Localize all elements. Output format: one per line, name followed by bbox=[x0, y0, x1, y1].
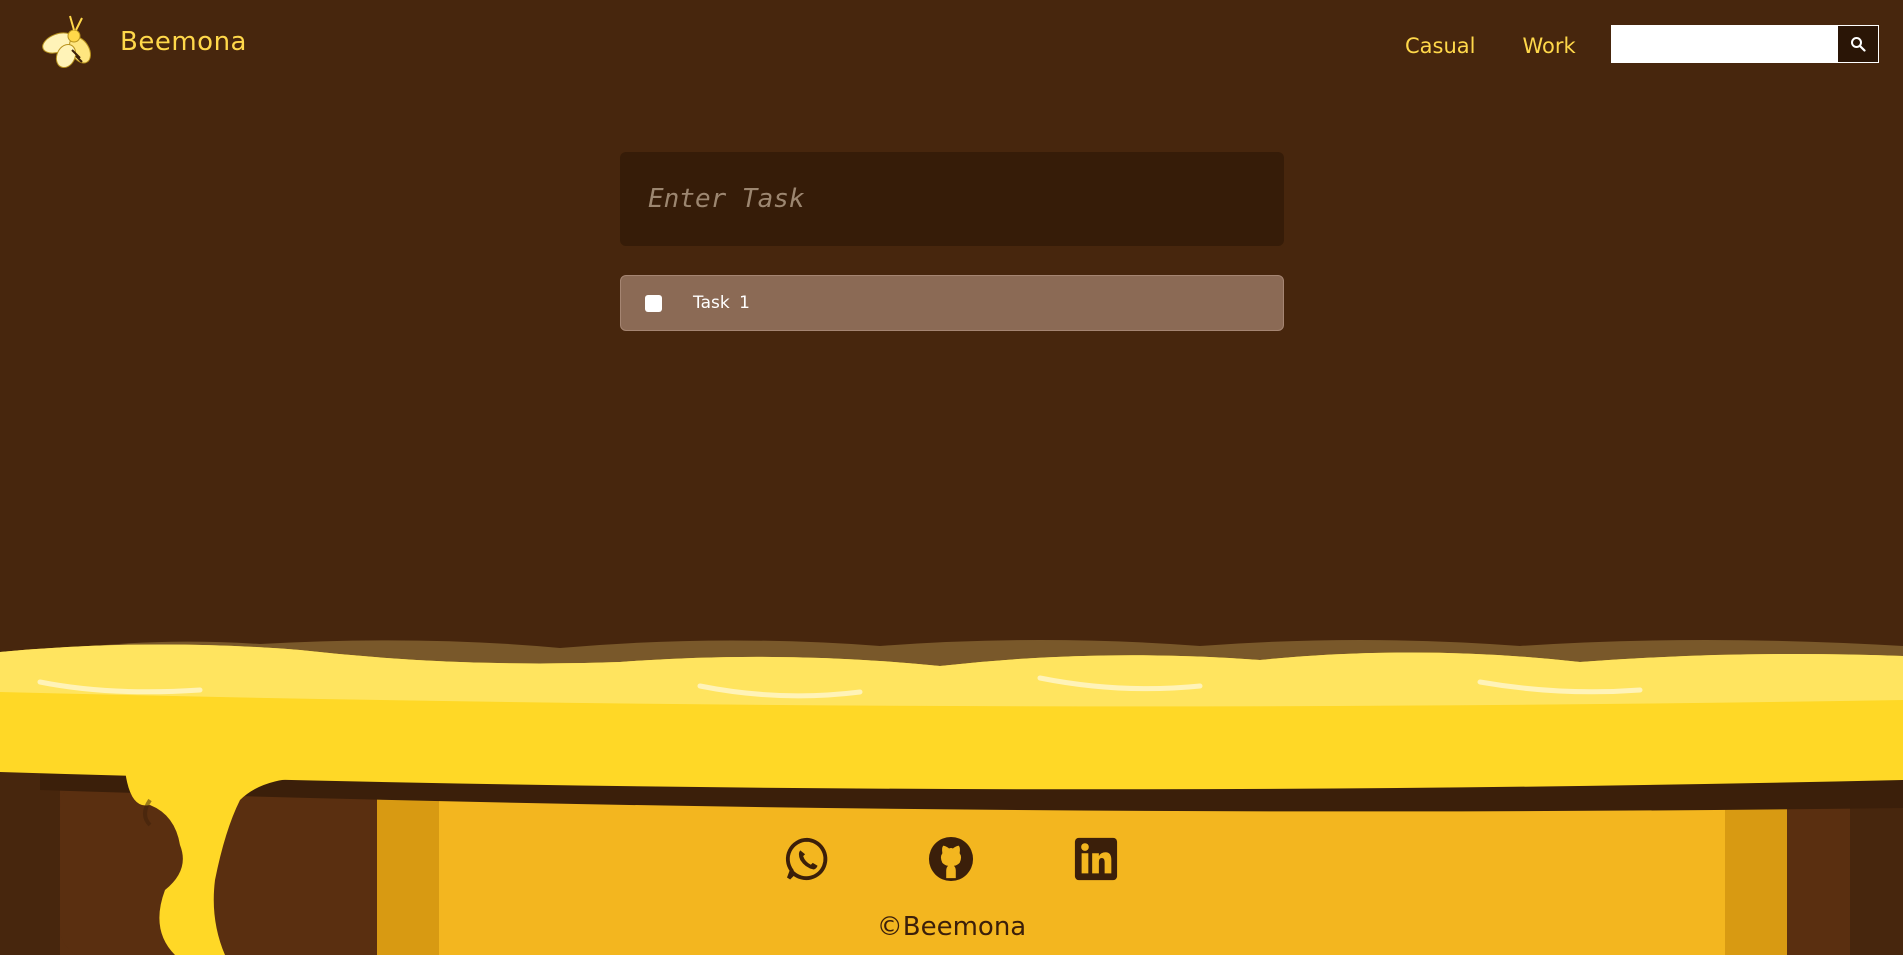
brand-name: Beemona bbox=[120, 27, 247, 57]
footer-copyright: ©Beemona bbox=[876, 912, 1027, 942]
main-nav: Casual Work bbox=[1405, 34, 1623, 58]
github-icon[interactable] bbox=[928, 836, 974, 882]
search-input[interactable] bbox=[1611, 25, 1837, 63]
brand[interactable]: Beemona bbox=[36, 10, 247, 74]
task-checkbox[interactable] bbox=[645, 294, 662, 312]
footer-social-links bbox=[0, 836, 1903, 886]
app-page: Beemona Casual Work Task 1 bbox=[0, 0, 1903, 955]
bee-icon bbox=[42, 15, 91, 69]
task-label: Task 1 bbox=[693, 293, 750, 313]
search-icon bbox=[1851, 37, 1866, 52]
task-item[interactable]: Task 1 bbox=[620, 275, 1284, 331]
search-button[interactable] bbox=[1837, 25, 1879, 63]
nav-item-casual[interactable]: Casual bbox=[1405, 34, 1476, 58]
honey-jar-illustration bbox=[0, 640, 1903, 955]
search-bar bbox=[1611, 25, 1879, 63]
linkedin-icon[interactable] bbox=[1073, 836, 1119, 882]
whatsapp-icon[interactable] bbox=[784, 836, 830, 882]
nav-item-work[interactable]: Work bbox=[1523, 34, 1576, 58]
task-input[interactable] bbox=[620, 152, 1284, 246]
task-input-container bbox=[620, 152, 1284, 246]
